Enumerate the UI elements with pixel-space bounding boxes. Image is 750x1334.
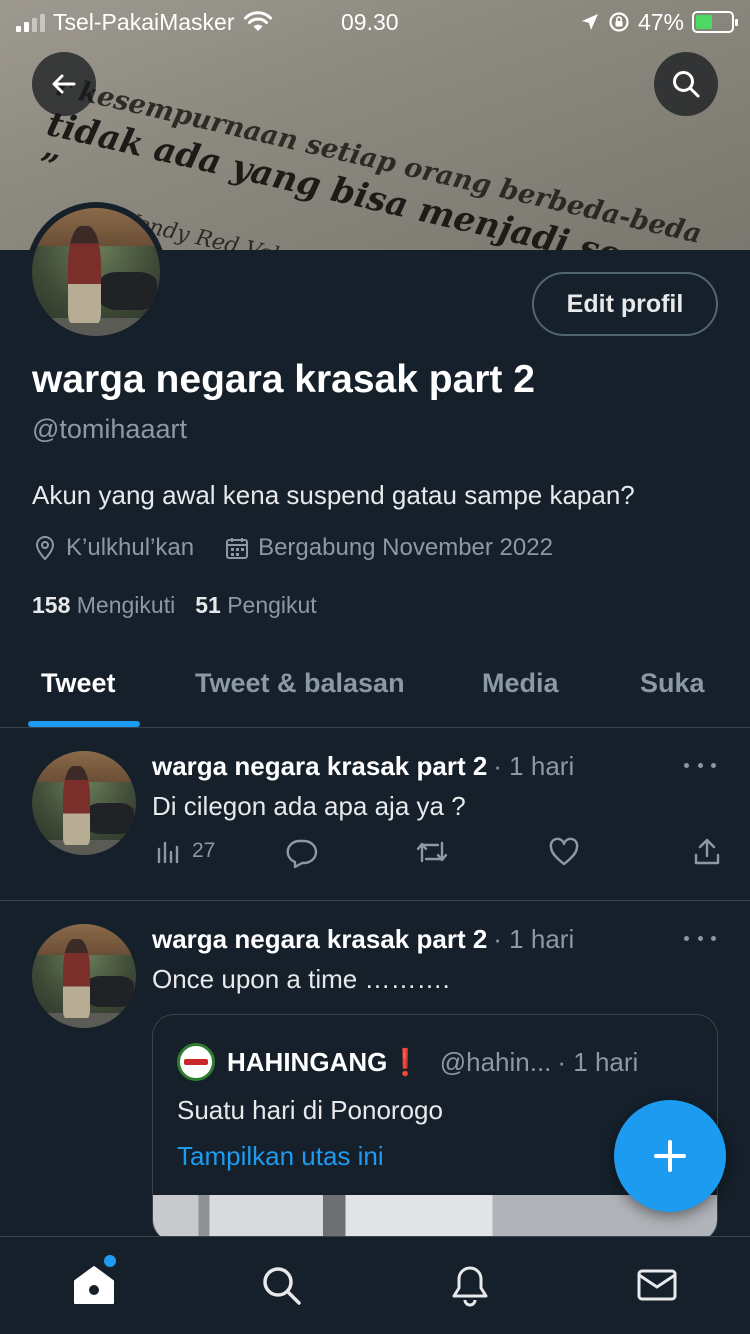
location-pin-icon	[35, 535, 55, 561]
join-date-text: Bergabung November 2022	[258, 534, 553, 561]
analytics-icon	[157, 841, 179, 864]
rotation-lock-icon	[609, 12, 629, 32]
user-bio: Akun yang awal kena suspend gatau sampe …	[32, 480, 635, 510]
follow-stats: 158 Mengikuti 51 Pengikut	[32, 592, 317, 619]
views-button[interactable]: 27	[156, 837, 215, 865]
tab-likes[interactable]: Suka	[640, 668, 705, 699]
quoted-time: · 1 hari	[557, 1046, 639, 1077]
profile-meta: K’ulkhul’kan Bergabung November 2022	[32, 534, 583, 562]
views-count: 27	[192, 839, 216, 862]
tab-tweet-replies[interactable]: Tweet & balasan	[195, 668, 405, 699]
quoted-avatar	[177, 1043, 215, 1081]
show-thread-link[interactable]: Tampilkan utas ini	[177, 1141, 384, 1172]
back-button[interactable]	[32, 52, 96, 116]
exclamation-badge: ❗	[389, 1046, 422, 1077]
tab-media[interactable]: Media	[482, 668, 559, 699]
quoted-handle: @hahin...	[439, 1046, 552, 1077]
tweet-time: · 1 hari	[493, 751, 575, 781]
tweet-avatar[interactable]	[32, 751, 136, 855]
notification-dot	[104, 1255, 116, 1267]
tweet[interactable]: warga negara krasak part 2 · 1 hari Di c…	[0, 729, 750, 901]
like-button[interactable]	[548, 837, 580, 867]
tweet-text: Once upon a time ……….	[152, 964, 450, 994]
status-bar: Tsel-PakaiMasker 09.30 47%	[0, 0, 750, 44]
heart-icon	[549, 837, 579, 866]
profile-avatar[interactable]	[26, 202, 166, 342]
calendar-icon	[226, 538, 249, 559]
bell-icon	[452, 1266, 488, 1307]
tweet-text: Di cilegon ada apa aja ya ?	[152, 791, 466, 821]
tweet-time: · 1 hari	[493, 924, 575, 954]
nav-search[interactable]	[257, 1261, 305, 1309]
battery-percent: 47%	[637, 8, 684, 35]
tweet-header: warga negara krasak part 2 · 1 hari	[152, 751, 574, 782]
retweet-icon	[416, 841, 448, 863]
arrow-left-icon	[52, 74, 76, 94]
retweet-button[interactable]	[414, 837, 450, 867]
user-handle: @tomihaaart	[32, 414, 187, 444]
nav-home[interactable]	[70, 1261, 118, 1309]
clock: 09.30	[341, 8, 399, 35]
search-icon	[263, 1267, 301, 1305]
more-options-icon[interactable]	[684, 753, 716, 777]
compose-tweet-button[interactable]	[614, 1100, 726, 1212]
location-arrow-icon	[581, 14, 598, 30]
followers-label: Pengikut	[227, 592, 317, 618]
more-options-icon[interactable]	[684, 926, 716, 950]
tweet-author[interactable]: warga negara krasak part 2	[152, 924, 487, 955]
nav-notifications[interactable]	[446, 1261, 494, 1309]
search-icon	[673, 71, 700, 98]
following-count: 158	[32, 592, 71, 618]
battery-icon	[692, 11, 738, 33]
home-icon	[74, 1266, 114, 1304]
followers-count: 51	[195, 592, 221, 618]
quoted-tweet-header: HAHINGANG ❗ @hahin... · 1 hari	[177, 1043, 638, 1081]
search-button[interactable]	[654, 52, 718, 116]
signal-icon	[16, 12, 45, 32]
tweet-avatar[interactable]	[32, 924, 136, 1028]
reply-icon	[286, 839, 318, 869]
quoted-author: HAHINGANG	[227, 1046, 388, 1077]
nav-messages[interactable]	[633, 1261, 681, 1309]
tweet-author[interactable]: warga negara krasak part 2	[152, 751, 487, 782]
tweet-actions: 27	[152, 837, 728, 877]
reply-button[interactable]	[284, 837, 318, 869]
wifi-icon	[243, 11, 272, 31]
bottom-navigation	[0, 1236, 750, 1334]
tab-tweet[interactable]: Tweet	[41, 668, 116, 699]
location: K’ulkhul’kan	[32, 534, 194, 562]
followers-link[interactable]: 51 Pengikut	[195, 592, 317, 619]
following-label: Mengikuti	[76, 592, 176, 618]
carrier-name: Tsel-PakaiMasker	[53, 8, 235, 35]
avatar-photo	[32, 208, 160, 336]
following-link[interactable]: 158 Mengikuti	[32, 592, 175, 619]
join-date: Bergabung November 2022	[224, 534, 553, 562]
mail-icon	[637, 1269, 677, 1301]
edit-profile-button[interactable]: Edit profil	[532, 272, 718, 336]
share-icon	[694, 838, 720, 865]
active-tab-indicator	[28, 721, 140, 727]
location-text: K’ulkhul’kan	[66, 534, 195, 561]
display-name: warga negara krasak part 2	[32, 358, 535, 401]
tweet-header: warga negara krasak part 2 · 1 hari	[152, 924, 574, 955]
quoted-media[interactable]	[153, 1195, 717, 1241]
profile-tabs: Tweet Tweet & balasan Media Suka	[0, 650, 750, 728]
share-button[interactable]	[692, 837, 722, 867]
quoted-text: Suatu hari di Ponorogo	[177, 1095, 443, 1125]
plus-icon	[654, 1140, 686, 1172]
